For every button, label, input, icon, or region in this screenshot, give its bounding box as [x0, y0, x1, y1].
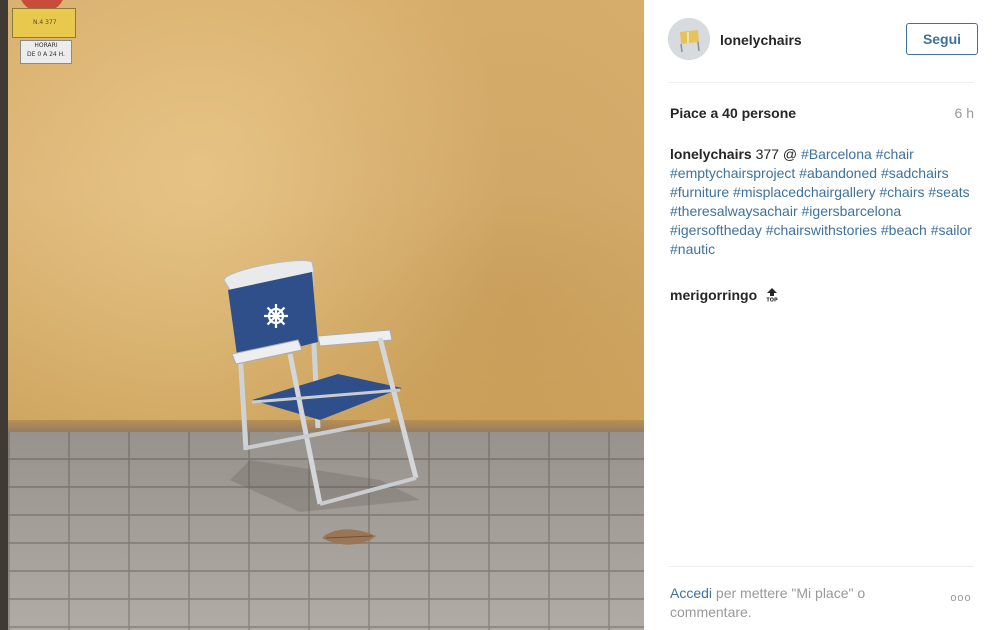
- likes-row: Piace a 40 persone 6 h: [670, 105, 974, 125]
- hashtag-link[interactable]: #igersbarcelona: [802, 203, 902, 219]
- login-link[interactable]: Accedi: [670, 585, 712, 601]
- folding-chair: [223, 260, 420, 512]
- hashtag-link[interactable]: #chairs: [879, 184, 924, 200]
- comment: merigorringo TOP: [670, 286, 974, 305]
- hashtag-link[interactable]: #seats: [928, 184, 969, 200]
- follow-button[interactable]: Segui: [906, 23, 978, 55]
- hashtag-link[interactable]: #furniture: [670, 184, 729, 200]
- comment-username[interactable]: merigorringo: [670, 287, 757, 303]
- caption-text: 377 @: [755, 146, 798, 162]
- header-divider: [668, 82, 974, 83]
- post-caption: lonelychairs 377 @ #Barcelona #chair #em…: [670, 145, 974, 259]
- caption-username[interactable]: lonelychairs: [670, 146, 752, 162]
- hashtag-link[interactable]: #beach: [881, 222, 927, 238]
- top-arrow-emoji-icon: TOP: [766, 288, 778, 303]
- likes-count[interactable]: Piace a 40 persone: [670, 105, 796, 121]
- post-side-panel: lonelychairs Segui Piace a 40 persone 6 …: [644, 0, 1000, 630]
- footer-divider: [668, 566, 974, 567]
- avatar[interactable]: [668, 18, 710, 60]
- photo-edge: [0, 0, 8, 630]
- hashtag-link[interactable]: #igersoftheday: [670, 222, 762, 238]
- hashtag-link[interactable]: #misplacedchairgallery: [733, 184, 875, 200]
- post-header: lonelychairs Segui: [668, 18, 978, 66]
- post-photo[interactable]: N.4 377 HORARI DE 0 A 24 H.: [0, 0, 644, 630]
- yellow-sign: N.4 377: [12, 8, 76, 38]
- post-time[interactable]: 6 h: [955, 105, 974, 121]
- hashtag-link[interactable]: #chairswithstories: [766, 222, 877, 238]
- hashtag-link[interactable]: #sailor: [931, 222, 972, 238]
- leaf: [322, 529, 376, 545]
- horari-sign: HORARI DE 0 A 24 H.: [20, 40, 72, 64]
- hashtag-link[interactable]: #nautic: [670, 241, 715, 257]
- hashtag-link[interactable]: #sadchairs: [881, 165, 949, 181]
- hashtag-link[interactable]: #theresalwaysachair: [670, 203, 798, 219]
- hashtag-link[interactable]: #abandoned: [799, 165, 877, 181]
- svg-text:TOP: TOP: [766, 298, 778, 303]
- more-options-button[interactable]: ooo: [946, 592, 976, 612]
- header-username[interactable]: lonelychairs: [720, 32, 802, 48]
- street-signs: N.4 377 HORARI DE 0 A 24 H.: [8, 0, 78, 66]
- avatar-chair-icon: [668, 18, 710, 60]
- hashtag-link[interactable]: #emptychairsproject: [670, 165, 795, 181]
- hashtag-link[interactable]: #Barcelona: [801, 146, 872, 162]
- login-prompt: Accedi per mettere "Mi place" o commenta…: [670, 584, 910, 622]
- hashtag-list: #Barcelona #chair #emptychairsproject #a…: [670, 146, 972, 257]
- hashtag-link[interactable]: #chair: [876, 146, 914, 162]
